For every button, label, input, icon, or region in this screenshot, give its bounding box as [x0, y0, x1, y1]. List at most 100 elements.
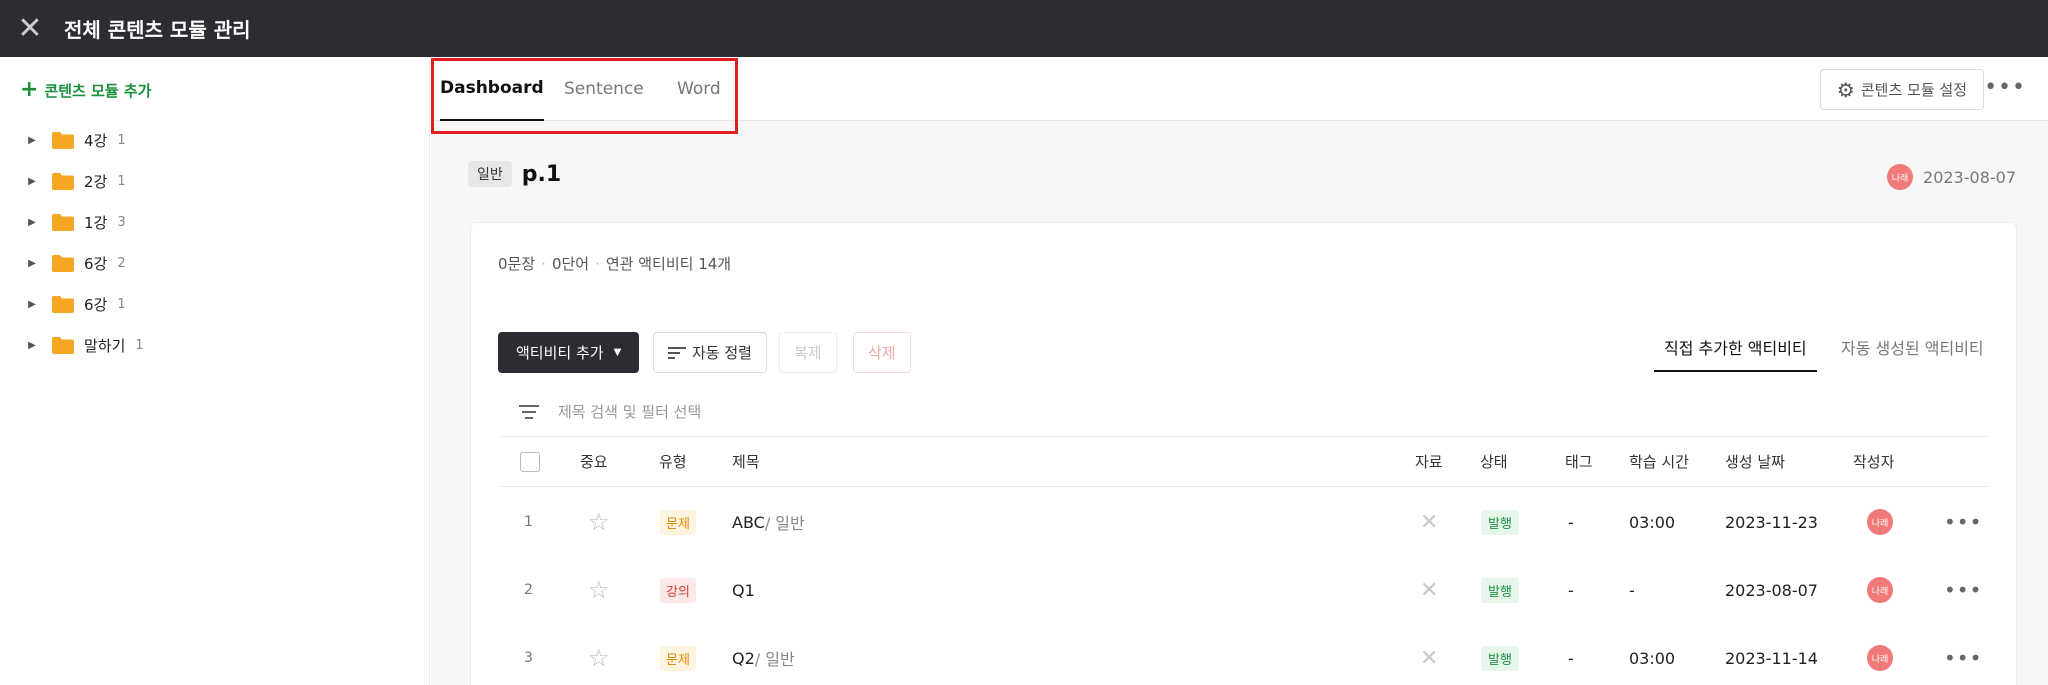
row-subtitle: / 일반: [764, 514, 805, 533]
status-badge: 발행: [1481, 509, 1519, 535]
folder-icon: [52, 132, 74, 149]
star-icon[interactable]: ☆: [588, 576, 610, 604]
tree-item-count: 1: [117, 133, 126, 148]
window-title: 전체 콘텐츠 모듈 관리: [64, 18, 251, 42]
folder-icon: [52, 296, 74, 313]
tree-item[interactable]: ▶ 6강 2: [24, 243, 404, 284]
plus-icon: +: [20, 77, 39, 102]
folder-icon: [52, 214, 74, 231]
header-tag: 태그: [1565, 453, 1593, 471]
row-date: 2023-08-07: [1725, 580, 1818, 600]
folder-icon: [52, 173, 74, 190]
add-module-button[interactable]: + 콘텐츠 모듈 추가: [20, 79, 151, 101]
tree-item-count: 1: [117, 174, 126, 189]
caret-right-icon[interactable]: ▶: [24, 176, 40, 187]
page-date: 2023-08-07: [1923, 167, 2016, 187]
status-badge: 발행: [1481, 645, 1519, 671]
no-material-icon: ✕: [1420, 577, 1439, 603]
folder-icon: [52, 255, 74, 272]
header-author: 작성자: [1853, 453, 1895, 471]
sidebar: + 콘텐츠 모듈 추가 ▶ 4강 1 ▶ 2강 1 ▶ 1강 3 ▶ 6강 2: [0, 57, 430, 685]
row-title[interactable]: Q1: [732, 581, 755, 600]
module-settings-button[interactable]: ⚙ 콘텐츠 모듈 설정: [1819, 69, 1984, 110]
row-study-time: 03:00: [1629, 512, 1676, 532]
avatar: 나래: [1867, 577, 1893, 603]
auto-sort-label: 자동 정렬: [692, 344, 752, 362]
tab-direct-activities[interactable]: 직접 추가한 액티비티: [1654, 335, 1817, 372]
word-count: 0단어: [551, 255, 590, 273]
tree-item-label: 말하기: [84, 337, 126, 355]
table-row[interactable]: 2 ☆ 강의 Q1 ✕ 발행 - - 2023-08-07 나래 •••: [498, 556, 1988, 624]
module-settings-label: 콘텐츠 모듈 설정: [1860, 81, 1967, 99]
sort-icon: [668, 346, 686, 359]
separator-dot: ·: [595, 254, 600, 273]
tree-item-count: 1: [135, 338, 144, 353]
header-type: 유형: [659, 453, 687, 471]
page-author-info: 나래 2023-08-07: [1887, 164, 2016, 190]
tree-item[interactable]: ▶ 6강 1: [24, 284, 404, 325]
tree-item-label: 6강: [84, 255, 108, 273]
top-bar: ✕ 전체 콘텐츠 모듈 관리: [0, 0, 2048, 57]
row-more-icon[interactable]: •••: [1944, 578, 1982, 602]
table-row[interactable]: 1 ☆ 문제 ABC / 일반 ✕ 발행 - 03:00 2023-11-23 …: [498, 488, 1988, 556]
tree-item-label: 1강: [84, 214, 108, 232]
tree-item[interactable]: ▶ 1강 3: [24, 202, 404, 243]
delete-button[interactable]: 삭제: [853, 332, 911, 373]
row-date: 2023-11-14: [1725, 648, 1818, 668]
tree-item-label: 2강: [84, 173, 108, 191]
row-tag: -: [1568, 648, 1574, 668]
tree-item[interactable]: ▶ 2강 1: [24, 161, 404, 202]
caret-right-icon[interactable]: ▶: [24, 258, 40, 269]
filter-icon[interactable]: [518, 404, 540, 419]
row-number: 3: [524, 650, 533, 666]
caret-right-icon[interactable]: ▶: [24, 217, 40, 228]
tree-item-count: 2: [117, 256, 126, 271]
type-badge: 강의: [660, 577, 696, 603]
type-badge: 문제: [660, 509, 696, 535]
row-study-time: -: [1629, 580, 1635, 600]
auto-sort-button[interactable]: 자동 정렬: [653, 332, 767, 373]
more-options-icon[interactable]: •••: [1984, 75, 2026, 100]
search-input[interactable]: 제목 검색 및 필터 선택: [558, 401, 701, 422]
filter-bar[interactable]: 제목 검색 및 필터 선택: [498, 387, 1988, 437]
status-badge: 발행: [1481, 577, 1519, 603]
page-title: p.1: [521, 161, 562, 187]
select-all-checkbox[interactable]: [520, 451, 540, 472]
tree-item[interactable]: ▶ 말하기 1: [24, 325, 404, 366]
star-icon[interactable]: ☆: [588, 508, 610, 536]
caret-right-icon[interactable]: ▶: [24, 299, 40, 310]
table-row[interactable]: 3 ☆ 문제 Q2 / 일반 ✕ 발행 - 03:00 2023-11-14 나…: [498, 624, 1988, 685]
add-activity-label: 액티비티 추가: [516, 344, 604, 362]
gear-icon: ⚙: [1836, 77, 1855, 102]
row-tag: -: [1568, 512, 1574, 532]
star-icon[interactable]: ☆: [588, 644, 610, 672]
row-more-icon[interactable]: •••: [1944, 646, 1982, 670]
header-material: 자료: [1415, 453, 1443, 471]
no-material-icon: ✕: [1420, 645, 1439, 671]
type-badge: 문제: [660, 645, 696, 671]
copy-button[interactable]: 복제: [779, 332, 837, 373]
add-activity-button[interactable]: 액티비티 추가 ▼: [498, 332, 640, 373]
row-title[interactable]: ABC: [732, 513, 765, 532]
activity-count: 연관 액티비티 14개: [605, 255, 732, 273]
add-module-label: 콘텐츠 모듈 추가: [44, 81, 152, 100]
avatar: 나래: [1867, 509, 1893, 535]
header-created: 생성 날짜: [1725, 453, 1785, 471]
close-icon[interactable]: ✕: [0, 0, 60, 57]
header-important: 중요: [580, 453, 608, 471]
row-study-time: 03:00: [1629, 648, 1676, 668]
tab-auto-activities[interactable]: 자동 생성된 액티비티: [1841, 335, 1984, 372]
row-title[interactable]: Q2: [732, 649, 755, 668]
caret-right-icon[interactable]: ▶: [24, 135, 40, 146]
activity-card: 0문장 · 0단어 · 연관 액티비티 14개 액티비티 추가 ▼ 자동 정렬 …: [470, 222, 2017, 685]
tab-highlight-box: [431, 58, 738, 134]
row-number: 2: [524, 582, 533, 598]
tree-item[interactable]: ▶ 4강 1: [24, 120, 404, 161]
caret-right-icon[interactable]: ▶: [24, 340, 40, 351]
avatar: 나래: [1887, 164, 1914, 190]
tree-item-count: 1: [117, 297, 126, 312]
header-title: 제목: [732, 453, 760, 471]
separator-dot: ·: [541, 254, 546, 273]
row-more-icon[interactable]: •••: [1944, 510, 1982, 534]
avatar: 나래: [1867, 645, 1893, 671]
